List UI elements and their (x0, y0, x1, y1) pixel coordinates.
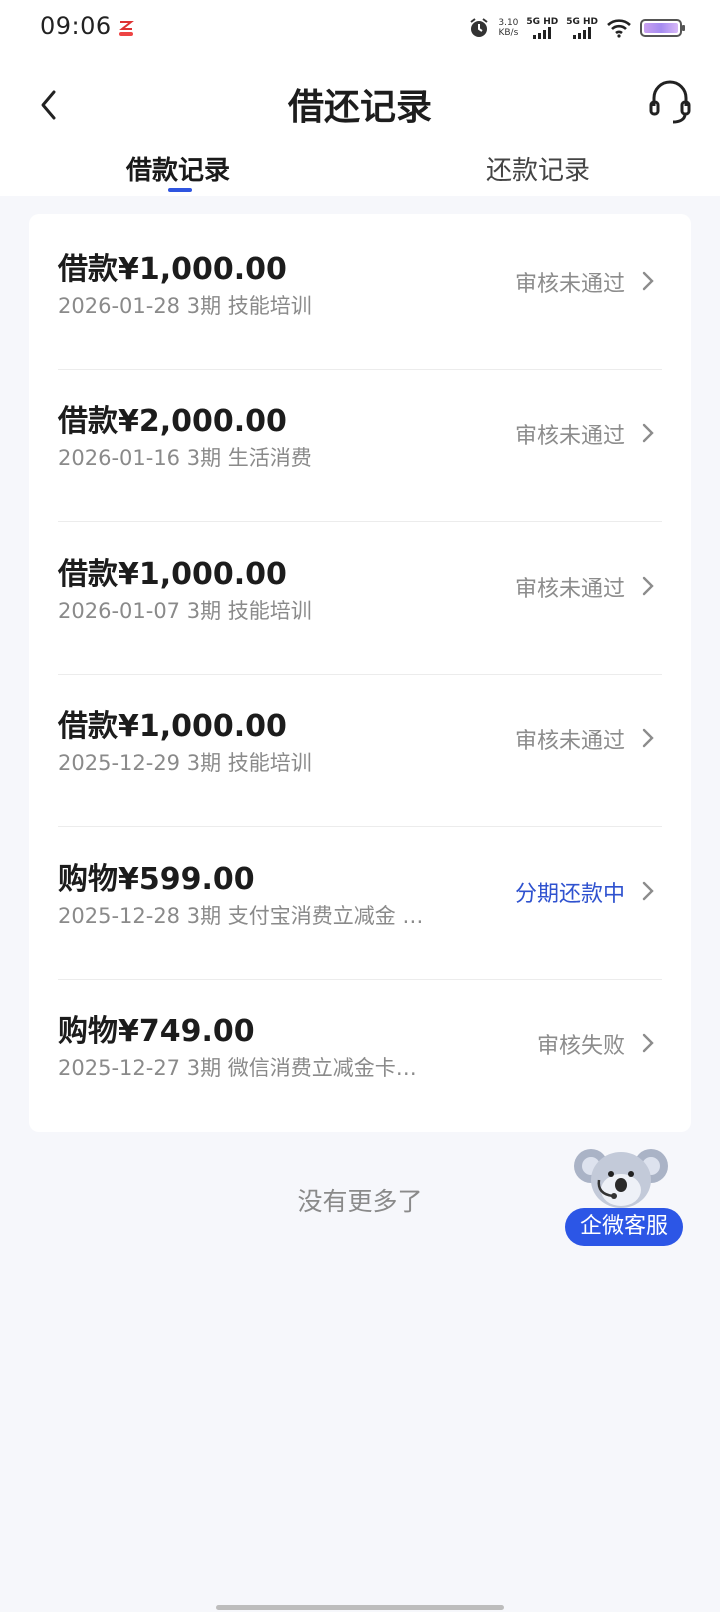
record-meta: 2025-12-28 3期 支付宝消费立减金 … (58, 904, 424, 928)
record-item[interactable]: 购物¥599.00 2025-12-28 3期 支付宝消费立减金 … 分期还款中 (29, 824, 691, 980)
record-status: 审核未通过 (514, 729, 625, 754)
record-amount: 借款¥1,000.00 (58, 557, 287, 592)
chevron-right-icon (642, 576, 654, 596)
record-item[interactable]: 购物¥749.00 2025-12-27 3期 微信消费立减金卡… 审核失败 (29, 976, 691, 1132)
record-amount: 购物¥599.00 (58, 862, 255, 897)
sim2-label: 5G HD (566, 17, 598, 27)
record-status: 分期还款中 (514, 882, 625, 907)
chevron-right-icon (642, 881, 654, 901)
record-item[interactable]: 借款¥2,000.00 2026-01-16 3期 生活消费 审核未通过 (29, 366, 691, 522)
koala-mascot-icon (574, 1149, 668, 1208)
records-list: 借款¥1,000.00 2026-01-28 3期 技能培训 审核未通过 借款¥… (29, 214, 691, 1132)
customer-service-headset-icon[interactable] (646, 76, 694, 126)
speed-value: 3.10 (498, 18, 519, 28)
record-item[interactable]: 借款¥1,000.00 2026-01-07 3期 技能培训 审核未通过 (29, 519, 691, 675)
wifi-icon (607, 19, 631, 38)
record-amount: 借款¥2,000.00 (58, 404, 287, 439)
record-meta: 2026-01-28 3期 技能培训 (58, 294, 312, 318)
speed-unit: KB/s (498, 28, 519, 38)
chevron-right-icon (642, 1033, 654, 1053)
record-amount: 借款¥1,000.00 (58, 709, 287, 744)
status-bar: 09:06 3.10 KB/s 5G HD 5G HD (0, 0, 720, 56)
chevron-right-icon (642, 423, 654, 443)
app-notification-icon (119, 21, 134, 36)
home-indicator[interactable] (216, 1605, 504, 1610)
chevron-right-icon (642, 271, 654, 291)
page-title: 借还记录 (287, 87, 432, 128)
sim1-label: 5G HD (526, 17, 559, 27)
record-amount: 借款¥1,000.00 (58, 252, 287, 287)
tab-active-indicator (168, 188, 192, 192)
record-status: 审核失败 (536, 1034, 625, 1059)
record-meta: 2025-12-29 3期 技能培训 (58, 751, 312, 775)
battery-icon (640, 19, 685, 37)
signal-icon (573, 27, 592, 39)
record-meta: 2026-01-07 3期 技能培训 (58, 599, 312, 623)
sim2-signal: 5G HD (566, 17, 598, 39)
status-time: 09:06 (40, 12, 112, 40)
signal-icon (533, 27, 552, 39)
record-status: 审核未通过 (514, 272, 625, 297)
tab-repay-records[interactable]: 还款记录 (486, 150, 590, 187)
record-item[interactable]: 借款¥1,000.00 2026-01-28 3期 技能培训 审核未通过 (29, 214, 691, 370)
record-status: 审核未通过 (514, 577, 625, 602)
floating-service-button[interactable]: 企微客服 (565, 1144, 685, 1248)
record-meta: 2026-01-16 3期 生活消费 (58, 446, 312, 470)
record-status: 审核未通过 (514, 424, 625, 449)
record-tabs: 借款记录 还款记录 (0, 150, 720, 196)
tab-borrow-records[interactable]: 借款记录 (126, 150, 230, 187)
record-meta: 2025-12-27 3期 微信消费立减金卡… (58, 1056, 417, 1080)
service-badge-label: 企微客服 (565, 1208, 683, 1246)
record-item[interactable]: 借款¥1,000.00 2025-12-29 3期 技能培训 审核未通过 (29, 671, 691, 827)
chevron-right-icon (642, 728, 654, 748)
alarm-icon (470, 18, 488, 37)
page-header: 借还记录 借款记录 还款记录 (0, 56, 720, 196)
record-amount: 购物¥749.00 (58, 1014, 255, 1049)
network-speed: 3.10 KB/s (498, 18, 518, 38)
sim1-signal: 5G HD (526, 17, 558, 39)
